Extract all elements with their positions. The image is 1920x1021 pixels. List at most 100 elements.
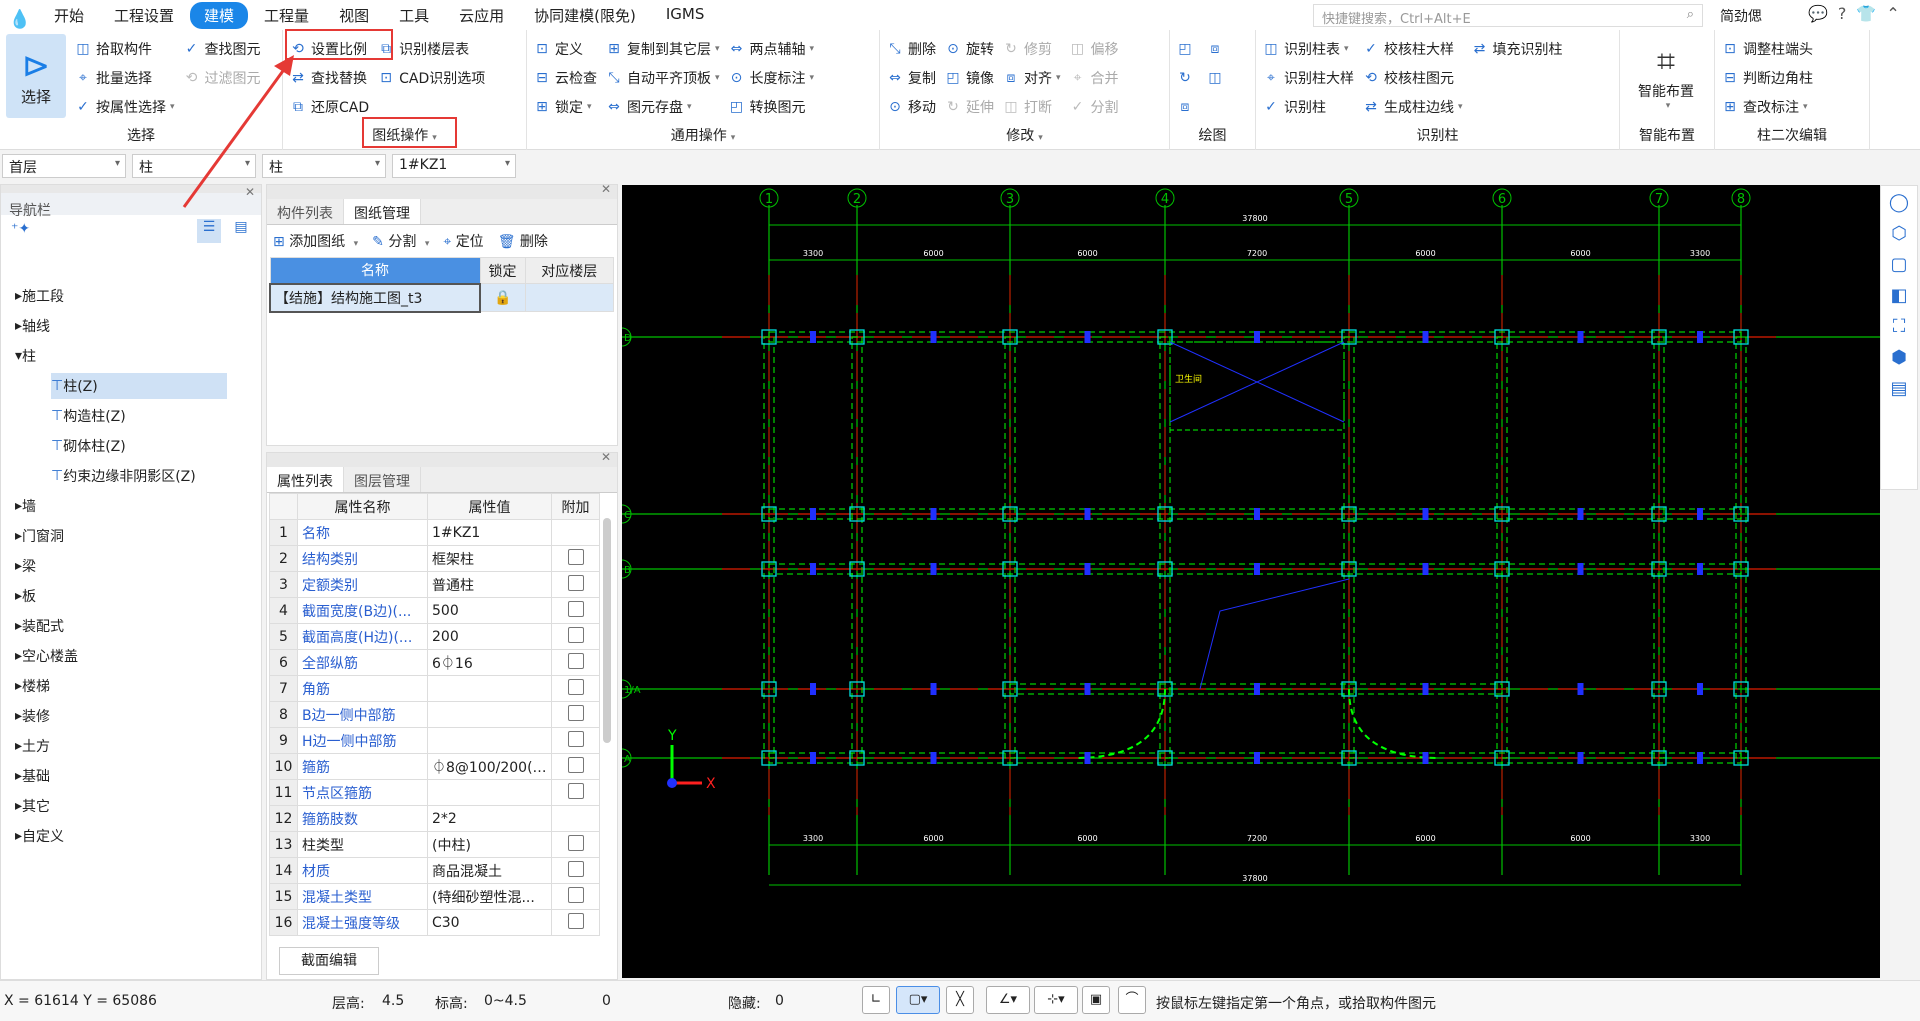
component-select[interactable]: 1#KZ1 (392, 154, 516, 178)
ribbon-item-2-0-1[interactable]: ⊟ 云检查 (533, 63, 597, 92)
lock-icon[interactable]: 🔒 (479, 283, 526, 312)
expand-arrow-icon[interactable]: ▸ (15, 738, 22, 754)
ribbon-item-0-1-1[interactable]: ⟲ 过滤图元 (183, 63, 261, 92)
prop-value[interactable]: C30 (427, 909, 552, 936)
ribbon-item-3-0-0[interactable]: ⤡ 删除 (886, 34, 936, 63)
expand-arrow-icon[interactable]: ▸ (15, 558, 22, 574)
ribbon-item-2-1-0[interactable]: ⊞ 复制到其它层 ▾ (605, 34, 719, 63)
extra-checkbox[interactable] (567, 730, 584, 747)
table-row[interactable]: 9 H边一侧中部筋 (269, 727, 600, 754)
table-row[interactable]: 3 定额类别 普通柱 (269, 571, 600, 598)
tab-8[interactable]: IGMS (652, 2, 719, 29)
prop-value[interactable]: 500 (427, 597, 552, 624)
nav-item-5[interactable]: ⊤ 砌体柱(Z) (51, 433, 126, 459)
extra-checkbox[interactable] (567, 912, 584, 929)
extra-checkbox[interactable] (567, 782, 584, 799)
ribbon-item-4-0-2[interactable]: ⧈ (1176, 92, 1198, 121)
extra-checkbox[interactable] (567, 704, 584, 721)
col-lock[interactable]: 锁定 (479, 257, 526, 284)
add-drawing-button[interactable]: ⊞ 添加图纸 ▾ (273, 231, 358, 251)
nav-item-3[interactable]: ⊤ 柱(Z) (51, 373, 227, 399)
object-snap-icon[interactable]: ▢▾ (896, 986, 940, 1014)
expand-arrow-icon[interactable]: ▸ (15, 618, 22, 634)
3d-view-icon[interactable]: ⬡ (1891, 223, 1907, 244)
nav-item-2[interactable]: ▾ 柱 (15, 343, 36, 369)
table-row[interactable]: 13 柱类型 (中柱) (269, 831, 600, 858)
ribbon-item-1-0-2[interactable]: ⧉ 还原CAD (289, 92, 369, 121)
nav-item-15[interactable]: ▸ 土方 (15, 733, 50, 759)
prop-value[interactable]: (中柱) (427, 831, 552, 858)
ribbon-group-label[interactable]: 修改 ▾ (880, 125, 1169, 145)
ribbon-item-3-1-0[interactable]: ⊙ 旋转 (944, 34, 994, 63)
extra-checkbox[interactable] (567, 834, 584, 851)
feedback-icon[interactable]: 💬 (1808, 4, 1828, 23)
arc-icon[interactable]: ⌒ (1118, 986, 1146, 1014)
cube-icon[interactable]: ▢ (1890, 254, 1907, 275)
ribbon-item-0-0-1[interactable]: ⌖ 批量选择 (74, 63, 175, 92)
expand-arrow-icon[interactable]: ▸ (15, 678, 22, 694)
ribbon-item-3-3-1[interactable]: ⌖ 合并 (1069, 63, 1119, 92)
expand-arrow-icon[interactable]: ▾ (15, 348, 22, 364)
list-view-icon[interactable]: ☰ (197, 219, 221, 243)
expand-arrow-icon[interactable]: ▸ (15, 528, 22, 544)
prop-value[interactable]: (特细砂塑性混... (427, 883, 552, 910)
nav-item-11[interactable]: ▸ 装配式 (15, 613, 64, 639)
collapse-ribbon-icon[interactable]: ⌃ (1886, 4, 1899, 23)
nav-item-9[interactable]: ▸ 梁 (15, 553, 36, 579)
ribbon-item-2-1-2[interactable]: ⇔ 图元存盘 ▾ (605, 92, 720, 121)
table-row[interactable]: 1 名称 1#KZ1 (269, 519, 600, 546)
prop-value[interactable]: 1#KZ1 (427, 519, 552, 546)
expand-arrow-icon[interactable]: ▸ (15, 708, 22, 724)
close-icon[interactable]: ✕ (245, 185, 255, 199)
ribbon-item-2-1-1[interactable]: ⤡ 自动平齐顶板 ▾ (605, 63, 719, 92)
prop-value[interactable]: 2*2 (427, 805, 552, 832)
tab-7[interactable]: 协同建模(限免) (520, 2, 650, 29)
tab-6[interactable]: 云应用 (445, 2, 518, 29)
table-row[interactable]: 14 材质 商品混凝土 (269, 857, 600, 884)
drawing-name[interactable]: 【结施】结构施工图_t3 (269, 282, 481, 313)
drawing-floor[interactable] (524, 283, 614, 312)
prop-value[interactable] (427, 675, 552, 702)
nav-item-18[interactable]: ▸ 自定义 (15, 823, 64, 849)
cube-top-icon[interactable]: ◧ (1890, 285, 1907, 306)
ribbon-item-3-0-2[interactable]: ⊙ 移动 (886, 92, 936, 121)
ribbon-item-7-0-0[interactable]: ⊡ 调整柱端头 (1721, 34, 1813, 63)
ribbon-item-3-2-0[interactable]: ↻ 修剪 (1002, 34, 1061, 63)
extra-checkbox[interactable] (567, 626, 584, 643)
ribbon-item-3-2-2[interactable]: ◫ 打断 (1002, 92, 1061, 121)
nav-item-7[interactable]: ▸ 墙 (15, 493, 36, 519)
select-button[interactable]: ⊳ 选择 (6, 34, 66, 118)
extra-checkbox[interactable] (567, 886, 584, 903)
expand-arrow-icon[interactable]: ▸ (15, 498, 22, 514)
ribbon-item-3-3-2[interactable]: ✓ 分割 (1069, 92, 1119, 121)
ribbon-item-4-1-0[interactable]: ⧈ (1206, 34, 1228, 63)
cad-canvas[interactable]: 1 2 3 4 5 6 7 8 D C B 1/A A 37800 3300 6000 6000 7200 6000… (612, 185, 1880, 978)
tab-component-list[interactable]: 构件列表 (267, 199, 344, 224)
table-row[interactable]: 11 节点区箍筋 (269, 779, 600, 806)
col-floor[interactable]: 对应楼层 (524, 257, 614, 284)
angle-icon[interactable]: ∠▾ (986, 986, 1030, 1014)
extra-checkbox[interactable] (567, 678, 584, 695)
tab-2[interactable]: 建模 (190, 1, 249, 29)
nav-item-4[interactable]: ⊤ 构造柱(Z) (51, 403, 126, 429)
prop-value[interactable]: 普通柱 (427, 571, 552, 598)
ribbon-item-5-0-1[interactable]: ⌖ 识别柱大样 (1262, 63, 1354, 92)
ortho-icon[interactable]: ∟ (862, 986, 890, 1014)
detail-view-icon[interactable]: ▤ (229, 219, 253, 243)
table-row[interactable]: 5 截面高度(H边)(... 200 (269, 623, 600, 650)
ribbon-item-1-1-1[interactable]: ⊡ CAD识别选项 (377, 63, 485, 92)
ribbon-item-4-1-1[interactable]: ◫ (1206, 63, 1228, 92)
extra-checkbox[interactable] (567, 600, 584, 617)
close-icon[interactable]: ✕ (601, 450, 611, 464)
ribbon-item-3-1-2[interactable]: ↻ 延伸 (944, 92, 994, 121)
ribbon-item-4-0-0[interactable]: ◰ (1176, 34, 1198, 63)
orbit-icon[interactable]: ◯ (1889, 192, 1909, 213)
ribbon-item-5-1-2[interactable]: ⇄ 生成柱边线 ▾ (1362, 92, 1462, 121)
split-button[interactable]: ✎ 分割 ▾ (372, 231, 429, 251)
tab-3[interactable]: 工程量 (250, 2, 323, 29)
ribbon-group-label[interactable]: 通用操作 ▾ (527, 125, 879, 145)
nav-item-1[interactable]: ▸ 轴线 (15, 313, 50, 339)
nav-item-10[interactable]: ▸ 板 (15, 583, 36, 609)
nav-item-13[interactable]: ▸ 楼梯 (15, 673, 50, 699)
nav-item-12[interactable]: ▸ 空心楼盖 (15, 643, 78, 669)
